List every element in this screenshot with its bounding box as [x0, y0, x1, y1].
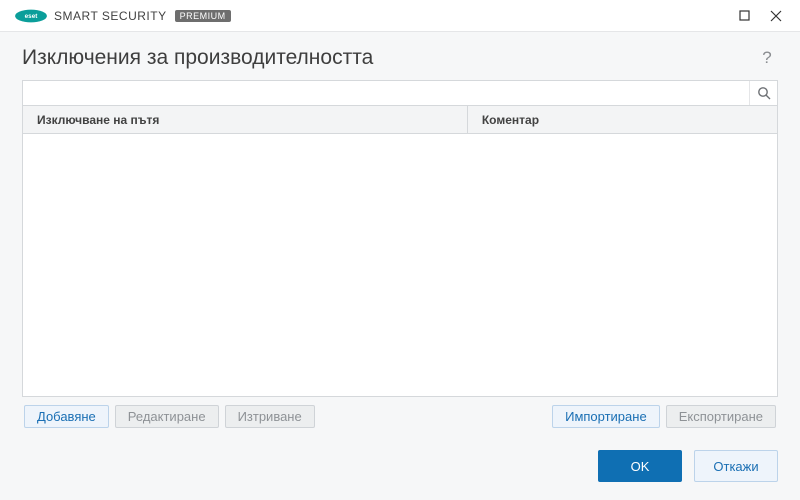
- brand-badge: PREMIUM: [175, 10, 231, 22]
- search-bar: [22, 80, 778, 106]
- exclusions-table: Изключване на пътя Коментар: [22, 106, 778, 397]
- close-button[interactable]: [760, 0, 792, 32]
- page-title: Изключения за производителността: [22, 46, 756, 70]
- edit-button: Редактиране: [115, 405, 219, 428]
- import-button[interactable]: Импортиране: [552, 405, 660, 428]
- help-icon: ?: [762, 48, 771, 68]
- brand: eset SMART SECURITY PREMIUM: [14, 8, 231, 24]
- svg-text:eset: eset: [25, 13, 39, 20]
- header: Изключения за производителността ?: [0, 32, 800, 80]
- ok-button[interactable]: OK: [598, 450, 682, 482]
- content: Изключване на пътя Коментар Добавяне Ред…: [0, 80, 800, 434]
- column-header-path[interactable]: Изключване на пътя: [23, 106, 468, 133]
- maximize-button[interactable]: [728, 0, 760, 32]
- delete-button: Изтриване: [225, 405, 315, 428]
- export-button: Експортиране: [666, 405, 776, 428]
- maximize-icon: [739, 10, 750, 21]
- search-input[interactable]: [23, 81, 749, 105]
- cancel-button[interactable]: Откажи: [694, 450, 778, 482]
- footer: OK Откажи: [0, 434, 800, 500]
- eset-logo-icon: eset: [14, 8, 48, 24]
- table-header: Изключване на пътя Коментар: [23, 106, 777, 134]
- search-icon: [757, 86, 771, 100]
- close-icon: [770, 10, 782, 22]
- titlebar: eset SMART SECURITY PREMIUM: [0, 0, 800, 32]
- brand-name: SMART SECURITY: [54, 9, 167, 23]
- column-header-comment[interactable]: Коментар: [468, 106, 777, 133]
- add-button[interactable]: Добавяне: [24, 405, 109, 428]
- help-button[interactable]: ?: [756, 47, 778, 69]
- window: eset SMART SECURITY PREMIUM Изключения з…: [0, 0, 800, 500]
- table-body: [23, 134, 777, 396]
- search-button[interactable]: [749, 81, 777, 105]
- table-toolbar: Добавяне Редактиране Изтриване Импортира…: [22, 397, 778, 434]
